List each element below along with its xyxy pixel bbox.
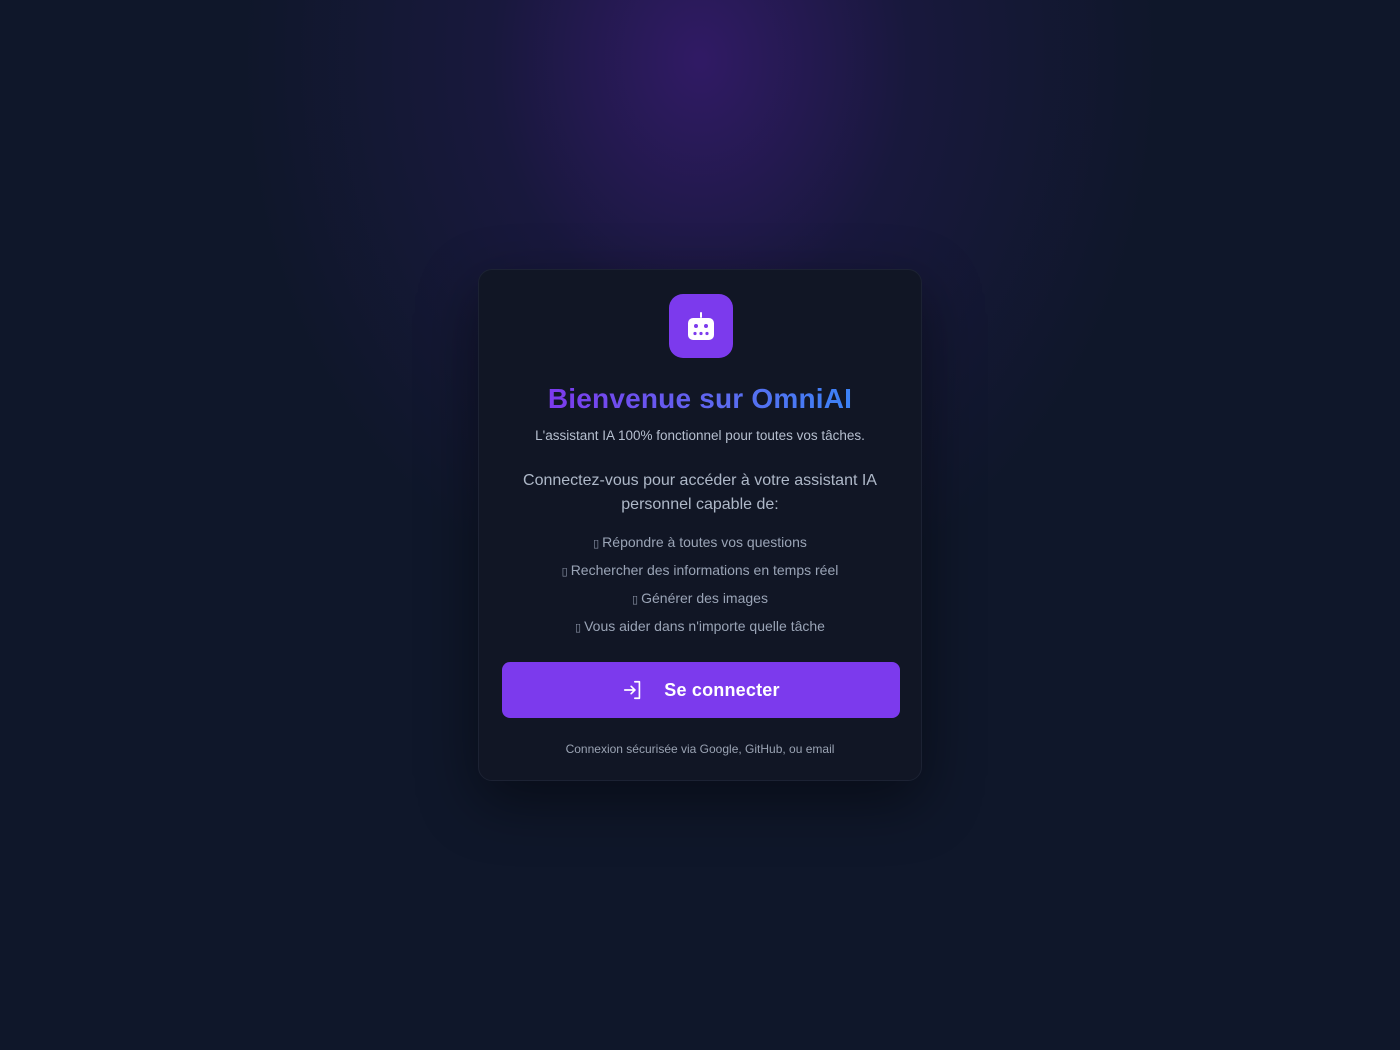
page-title-text: Bienvenue sur OmniAI — [547, 383, 853, 414]
feature-bullet: ▯ — [593, 538, 600, 550]
feature-item: ▯ Générer des images — [479, 588, 921, 616]
intro-text: Connectez-vous pour accéder à votre assi… — [523, 472, 877, 513]
login-button-label: Se connecter — [664, 679, 780, 700]
robot-icon — [688, 312, 714, 340]
app-logo — [669, 294, 733, 358]
subtitle: L'assistant IA 100% fonctionnel pour tou… — [535, 428, 865, 443]
feature-list: ▯ Répondre à toutes vos questions ▯ Recher… — [479, 532, 921, 644]
page-title: Bienvenue sur OmniAI — [479, 380, 921, 418]
login-card: Bienvenue sur OmniAI L'assistant IA 100%… — [478, 269, 922, 781]
feature-label: Répondre à toutes vos questions — [602, 534, 807, 550]
login-button[interactable]: Se connecter — [502, 662, 900, 718]
feature-item: ▯ Rechercher des informations en temps ré… — [479, 560, 921, 588]
feature-label: Générer des images — [641, 590, 768, 606]
feature-item: ▯ Répondre à toutes vos questions — [479, 532, 921, 560]
login-footnote: Connexion sécurisée via Google, GitHub, … — [565, 742, 835, 756]
feature-bullet: ▯ — [632, 594, 639, 606]
feature-bullet: ▯ — [561, 566, 568, 578]
feature-bullet: ▯ — [575, 622, 582, 634]
feature-label: Vous aider dans n'importe quelle tâche — [584, 618, 825, 634]
sign-in-icon — [624, 680, 641, 700]
feature-item: ▯ Vous aider dans n'importe quelle tâche — [479, 616, 921, 644]
feature-label: Rechercher des informations en temps rée… — [570, 562, 839, 578]
